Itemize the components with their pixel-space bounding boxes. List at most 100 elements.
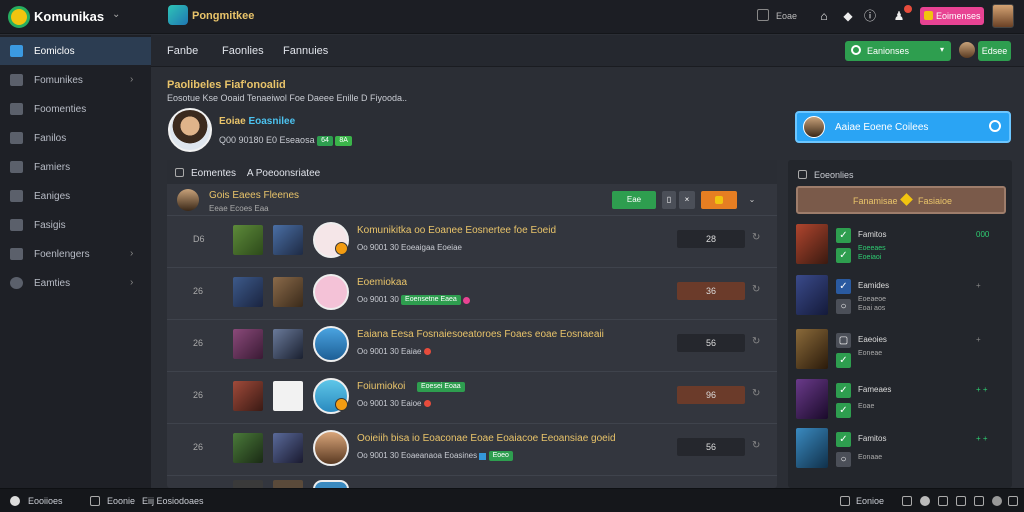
sidebar-item-2[interactable]: Foomenties — [0, 95, 151, 123]
thumbnail — [273, 329, 303, 359]
close-icon[interactable]: × — [679, 191, 695, 209]
group-avatar[interactable] — [177, 189, 199, 211]
list-item[interactable]: ✓ ○ Eamides Eoeaeoe Eoai aos + — [796, 275, 1006, 325]
list-item[interactable]: ✓ ○ Famitos Eonaae + + — [796, 428, 1006, 478]
sidebar-item-label: Eaniges — [34, 191, 71, 202]
user-icon: ○ — [836, 452, 851, 467]
user-avatar[interactable] — [992, 4, 1014, 28]
document-icon — [10, 219, 23, 231]
list-item[interactable]: ✓ ✓ Fameaes Eoae + + — [796, 379, 1006, 429]
status-dot-icon — [423, 400, 431, 408]
member-action[interactable]: + — [976, 281, 981, 290]
check-icon: ✓ — [836, 383, 851, 398]
sidebar-item-3[interactable]: Fanilos — [0, 124, 151, 152]
sidebar-item-7[interactable]: Foenlengers › — [0, 240, 151, 268]
home-icon[interactable] — [938, 496, 948, 506]
member-action[interactable]: + — [976, 335, 981, 344]
member-name: Famitos — [858, 230, 887, 239]
footer-mid-label[interactable]: Eoonie — [107, 496, 135, 506]
row-meta: Oo 9001 30 Eoeaigaa Eoeiae — [357, 243, 462, 252]
row-number: 26 — [193, 390, 204, 400]
settings-icon[interactable] — [1008, 496, 1018, 506]
top-action-button[interactable]: Eoimenses — [920, 7, 984, 25]
app-name[interactable]: Komunikas — [34, 9, 104, 24]
tab-left[interactable]: Fanamisae — [853, 196, 898, 206]
refresh-icon[interactable]: ↻ — [752, 284, 760, 295]
row-number: 26 — [193, 286, 204, 296]
thumbnail — [796, 379, 828, 419]
row-title: Ooieiih bisa io Eoaconae Eoae Eoaiacoe E… — [357, 433, 616, 444]
grid-icon[interactable] — [757, 9, 769, 21]
sidebar-item-8[interactable]: Eamties › — [0, 269, 151, 297]
bell-icon[interactable] — [992, 496, 1002, 506]
tab-2[interactable]: Fannuies — [283, 45, 328, 57]
flag-icon[interactable] — [974, 496, 984, 506]
refresh-icon[interactable]: ↻ — [752, 336, 760, 347]
table-row[interactable]: 26 Eaiana Eesa Fosnaiesoeatoroes Foaes e… — [167, 319, 777, 369]
info-icon[interactable]: ⓘ — [863, 9, 877, 23]
info-icon[interactable] — [920, 496, 930, 506]
featured-card[interactable]: Aaiae Eoene Coilees — [795, 111, 1011, 143]
footer-right-label[interactable]: Eonioe — [856, 496, 884, 506]
check-icon: ✓ — [836, 403, 851, 418]
app-switcher-chevron-icon[interactable]: ⌄ — [112, 9, 120, 20]
footer-mid-label-2[interactable]: Eiij Eosiodoaes — [142, 496, 204, 506]
avatar — [803, 116, 825, 138]
table-row[interactable] — [167, 475, 777, 489]
sidebar-item-label: Fomunikes — [34, 75, 83, 86]
avatar[interactable] — [959, 42, 975, 58]
sidebar-item-5[interactable]: Eaniges — [0, 182, 151, 210]
refresh-icon[interactable]: ↻ — [752, 388, 760, 399]
profile-avatar[interactable] — [168, 108, 212, 152]
table-row[interactable]: 26 Ooieiih bisa io Eoaconae Eoae Eoaiaco… — [167, 423, 777, 473]
refresh-icon[interactable]: ↻ — [752, 440, 760, 451]
chevron-right-icon: › — [130, 74, 134, 85]
member-sub: Eoeiaoi — [858, 254, 882, 261]
grid-icon[interactable] — [840, 496, 850, 506]
member-name: Famitos — [858, 434, 887, 443]
members-tabbar[interactable]: Fanamisae Fasiaioe — [796, 186, 1006, 214]
table-row[interactable]: 26 Eoemiokaa Oo 9001 30 Eoensetne Eaea 3… — [167, 267, 777, 317]
sidebar-item-4[interactable]: Famiers — [0, 153, 151, 181]
document-icon — [90, 496, 100, 506]
member-sub: Eoai aos — [858, 305, 886, 312]
member-sub: Eoneae — [858, 350, 883, 357]
page-title: Paolibeles Fiaf'onoalid — [167, 79, 286, 91]
member-name: Eaeoies — [858, 335, 887, 344]
tab-0[interactable]: Fanbe — [167, 45, 198, 57]
subnav-action-button[interactable]: Edsee — [978, 41, 1011, 61]
tag-icon[interactable]: ◆ — [841, 9, 855, 23]
footer-left-label[interactable]: Eooiioes — [28, 496, 63, 506]
member-action[interactable]: + + — [976, 434, 988, 443]
home-icon[interactable]: ⌂ — [817, 9, 831, 23]
sidebar-item-1[interactable]: Fomunikes › — [0, 66, 151, 94]
group-subtitle: Eeae Ecoes Eaa — [209, 204, 269, 213]
tab-1[interactable]: Faonlies — [222, 45, 264, 57]
search-dropdown[interactable]: Eanionses ▾ — [845, 41, 951, 61]
member-action[interactable]: + + — [976, 385, 988, 394]
list-item[interactable]: ✓ ✓ Famitos Eoeeaes Eoeiaoi 000 — [796, 224, 1006, 274]
sidebar-item-6[interactable]: Fasigis — [0, 211, 151, 239]
app-logo-icon[interactable] — [8, 6, 30, 28]
chevron-down-icon[interactable]: ⌄ — [745, 191, 759, 209]
check-icon: ✓ — [836, 353, 851, 368]
panel-icon — [798, 170, 807, 179]
refresh-icon[interactable]: ↻ — [752, 232, 760, 243]
table-row[interactable]: D6 Komunikitka oo Eoanee Eosnertee foe E… — [167, 215, 777, 265]
top-date: Eoae — [776, 11, 798, 21]
sidebar-item-0[interactable]: Eomiclos — [0, 37, 151, 65]
copy-icon[interactable]: ▯ — [662, 191, 676, 209]
help-icon[interactable] — [10, 496, 20, 506]
group-orange-button[interactable] — [701, 191, 737, 209]
star-icon[interactable] — [956, 496, 966, 506]
status-dot-icon — [463, 296, 471, 304]
avatar — [313, 430, 349, 466]
featured-card-label: Aaiae Eoene Coilees — [835, 122, 929, 133]
tab-right[interactable]: Fasiaioe — [918, 196, 952, 206]
list-item[interactable]: ▢ ✓ Eaeoies Eoneae + — [796, 329, 1006, 379]
row-title: Foiumiokoi — [357, 381, 406, 392]
tag-icon[interactable] — [902, 496, 912, 506]
table-row[interactable]: 26 Foiumiokoi Oo 9001 30 Eaioe Eoesei Eo… — [167, 371, 777, 421]
sidebar-item-label: Eamties — [34, 278, 71, 289]
group-green-button[interactable]: Eae — [612, 191, 656, 209]
